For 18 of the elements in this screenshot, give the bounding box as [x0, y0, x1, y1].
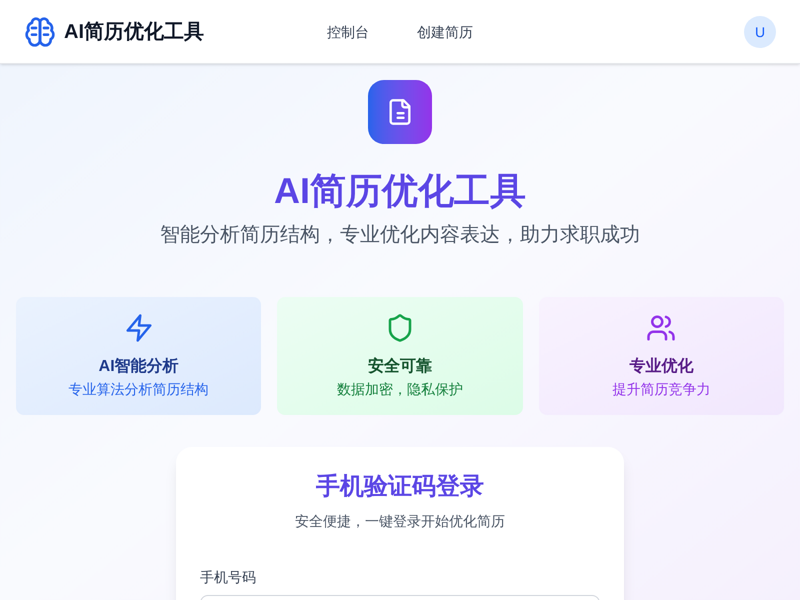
feature-description: 专业算法分析简历结构: [68, 380, 209, 399]
hero-subtitle: 智能分析简历结构，专业优化内容表达，助力求职成功: [160, 223, 640, 248]
feature-title: 安全可靠: [368, 356, 432, 377]
phone-label: 手机号码: [200, 568, 256, 587]
user-avatar[interactable]: U: [744, 16, 776, 48]
app-title: AI简历优化工具: [64, 20, 204, 44]
users-icon: [646, 313, 676, 343]
feature-title: 专业优化: [629, 356, 694, 377]
login-title: 手机验证码登录: [316, 472, 484, 502]
feature-title: AI智能分析: [98, 356, 179, 377]
feature-description: 数据加密，隐私保护: [336, 380, 463, 399]
brain-icon: [24, 16, 56, 48]
nav-link[interactable]: 控制台: [327, 22, 369, 42]
lightning-icon: [124, 313, 154, 343]
feature-description: 提升简历竞争力: [612, 380, 710, 399]
nav-link[interactable]: 创建简历: [417, 22, 473, 42]
login-subtitle: 安全便捷，一键登录开始优化简历: [295, 512, 505, 531]
hero-title: AI简历优化工具: [274, 169, 526, 213]
